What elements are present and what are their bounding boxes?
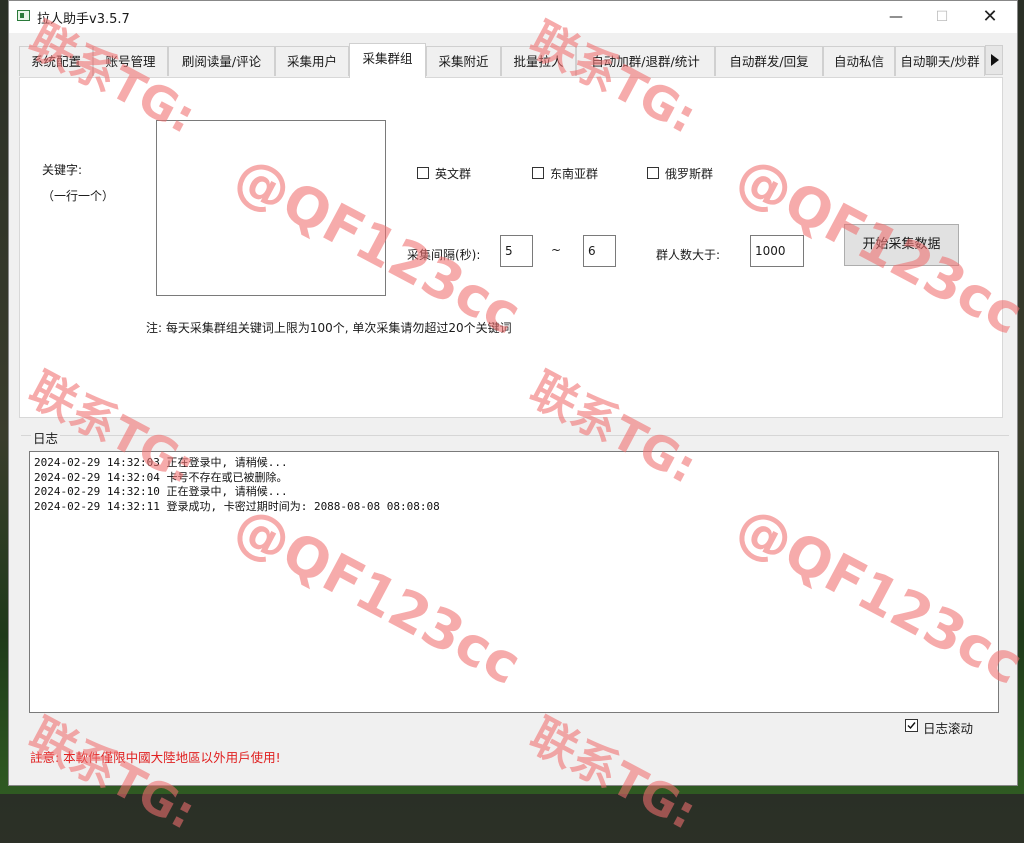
autoscroll-label: 日志滚动 (923, 721, 974, 736)
checkbox-russian-groups[interactable] (647, 167, 659, 179)
title-bar[interactable]: 拉人助手v3.5.7 — ☐ ✕ (9, 1, 1017, 33)
tab-auto-join-leave[interactable]: 自动加群/退群/统计 (576, 46, 715, 76)
start-collect-button[interactable]: 开始采集数据 (844, 224, 959, 266)
checkbox-sea-groups[interactable] (532, 167, 544, 179)
window-title: 拉人助手v3.5.7 (37, 12, 130, 27)
tab-auto-broadcast[interactable]: 自动群发/回复 (715, 46, 823, 76)
keywords-textarea[interactable] (156, 120, 386, 296)
checkbox-label-sea: 东南亚群 (550, 167, 599, 181)
log-line: 2024-02-29 14:32:03 正在登录中, 请稍候... (34, 456, 288, 469)
close-button[interactable]: ✕ (967, 1, 1013, 33)
interval-min-input[interactable]: 5 (500, 235, 533, 267)
tab-collect-groups[interactable]: 采集群组 (349, 43, 426, 78)
app-window: 拉人助手v3.5.7 — ☐ ✕ 系统配置 账号管理 刷阅读量/评论 采集用户 … (8, 0, 1018, 786)
region-notice: 註意: 本軟件僅限中國大陸地區以外用戶使用! (30, 750, 281, 765)
interval-label: 采集间隔(秒): (407, 248, 481, 262)
keyword-hint: （一行一个） (42, 189, 115, 203)
checkbox-english-groups[interactable] (417, 167, 429, 179)
log-line: 2024-02-29 14:32:11 登录成功, 卡密过期时间为: 2088-… (34, 499, 440, 513)
tab-collect-nearby[interactable]: 采集附近 (426, 46, 501, 76)
log-title: 日志 (31, 428, 61, 447)
log-textbox[interactable]: 2024-02-29 14:32:03 正在登录中, 请稍候... 2024-0… (29, 451, 999, 713)
tab-system-config[interactable]: 系统配置 (19, 46, 93, 76)
tab-scroll-right-icon[interactable] (985, 45, 1003, 75)
autoscroll-checkbox[interactable] (905, 719, 918, 732)
checkbox-label-russian: 俄罗斯群 (665, 167, 714, 181)
minimize-button[interactable]: — (873, 1, 919, 33)
tab-auto-dm[interactable]: 自动私信 (823, 46, 895, 76)
tab-batch-invite[interactable]: 批量拉人 (501, 46, 576, 76)
interval-separator: ~ (551, 243, 562, 257)
collect-groups-panel: 关键字: （一行一个） 英文群 东南亚群 俄罗斯群 采集间隔(秒): 5 ~ 6… (19, 77, 1003, 418)
log-line: 2024-02-29 14:32:10 正在登录中, 请稍候... (34, 485, 288, 498)
log-line: 2024-02-29 14:32:04 卡号不存在或已被删除。 (34, 470, 288, 484)
tab-account-manage[interactable]: 账号管理 (93, 46, 168, 76)
tab-collect-users[interactable]: 采集用户 (275, 46, 349, 76)
checkbox-label-english: 英文群 (435, 167, 472, 181)
tab-auto-chat[interactable]: 自动聊天/炒群 (895, 46, 985, 76)
maximize-button[interactable]: ☐ (919, 1, 965, 33)
member-count-label: 群人数大于: (656, 248, 721, 262)
tab-bar: 系统配置 账号管理 刷阅读量/评论 采集用户 采集群组 采集附近 批量拉人 自动… (19, 43, 1003, 78)
member-count-input[interactable]: 1000 (750, 235, 804, 267)
keyword-label: 关键字: (42, 163, 83, 177)
limit-note: 注: 每天采集群组关键词上限为100个, 单次采集请勿超过20个关键词 (146, 321, 512, 335)
tab-read-comment[interactable]: 刷阅读量/评论 (168, 46, 275, 76)
log-group: 日志 2024-02-29 14:32:03 正在登录中, 请稍候... 202… (21, 428, 1009, 746)
interval-max-input[interactable]: 6 (583, 235, 616, 267)
app-icon (17, 10, 30, 21)
